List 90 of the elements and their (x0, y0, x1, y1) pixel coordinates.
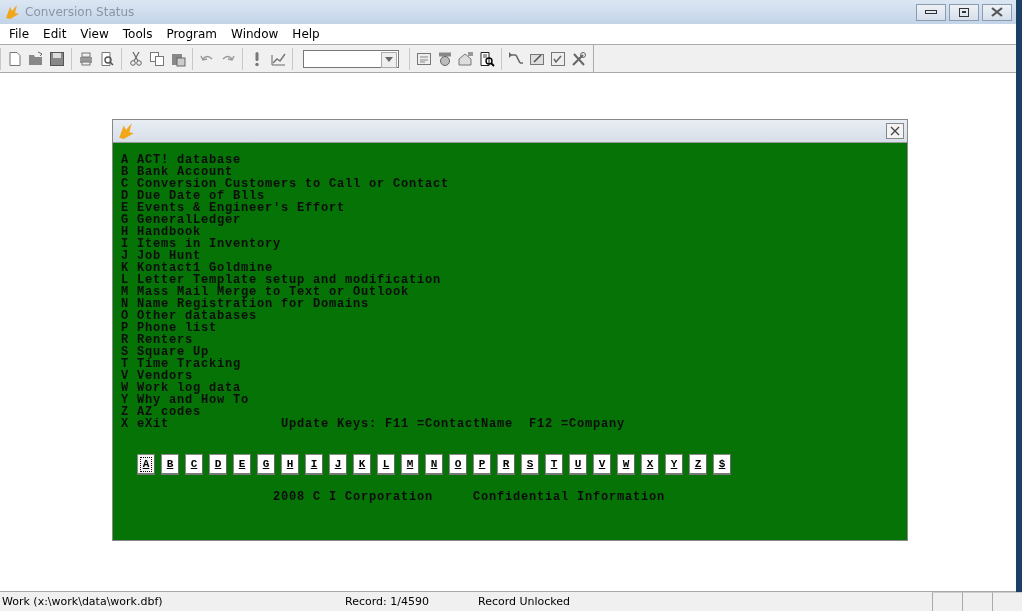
letter-button[interactable]: K (353, 454, 371, 475)
letter-button[interactable]: W (617, 454, 635, 475)
letter-button[interactable]: R (497, 454, 515, 475)
letter-button[interactable]: A (137, 454, 155, 475)
letter-button[interactable]: Y (665, 454, 683, 475)
letter-button[interactable]: L (377, 454, 395, 475)
hotkey-letter: V (121, 370, 130, 382)
letter-button[interactable]: G (257, 454, 275, 475)
hotkey-letter: T (121, 358, 130, 370)
hotkey-letter: Y (121, 394, 130, 406)
status-pane (992, 592, 1022, 611)
app-logo-icon (4, 4, 20, 20)
menu-item[interactable]: Window (224, 27, 286, 41)
hotkey-letter: M (121, 286, 130, 298)
hotkey-letter: C (121, 178, 130, 190)
menu-item[interactable]: Tools (115, 27, 160, 41)
letter-button[interactable]: U (569, 454, 587, 475)
letter-button[interactable]: P (473, 454, 491, 475)
letter-button[interactable]: H (281, 454, 299, 475)
copy-icon[interactable] (149, 50, 165, 67)
scissors-icon[interactable] (128, 50, 144, 67)
new-file-icon[interactable] (7, 50, 23, 67)
hotkey-letter: O (121, 310, 130, 322)
letter-button[interactable]: X (641, 454, 659, 475)
hotkey-letter: L (121, 274, 130, 286)
house-icon[interactable] (458, 50, 474, 67)
letter-button[interactable]: $ (713, 454, 731, 475)
hotkey-letter: P (121, 322, 130, 334)
close-button[interactable] (982, 3, 1012, 21)
printer-icon[interactable] (78, 50, 94, 67)
status-file: Work (x:\work\data\work.dbf) (1, 595, 164, 608)
hotkey-letter: I (121, 238, 130, 250)
tools-icon[interactable] (571, 50, 587, 67)
dropdown-field[interactable] (303, 49, 399, 68)
maximize-button[interactable] (949, 3, 979, 21)
copyright-text: 2008 C I Corporation Confidential Information (273, 491, 667, 503)
hotkey-letter: B (121, 166, 130, 178)
status-pane (932, 592, 962, 611)
close-button[interactable] (886, 123, 904, 139)
menu-item[interactable]: Help (285, 27, 327, 41)
hotkey-letter: J (121, 250, 130, 262)
hotkey-letter: Z (121, 406, 130, 418)
menu-item[interactable]: File (2, 27, 37, 41)
checklist-window-icon[interactable] (550, 50, 566, 67)
letter-button[interactable]: Z (689, 454, 707, 475)
minimize-button[interactable] (916, 3, 946, 21)
minimize-icon (925, 9, 937, 15)
status-pane (962, 592, 992, 611)
window-title: Conversion Status (25, 5, 136, 19)
open-folder-icon[interactable] (28, 50, 44, 67)
hotkey-letter: H (121, 226, 130, 238)
hotkey-letter: W (121, 382, 130, 394)
save-icon[interactable] (49, 50, 65, 67)
close-icon (890, 126, 900, 136)
letter-button[interactable]: M (401, 454, 419, 475)
form-icon[interactable] (416, 50, 432, 67)
letter-button[interactable]: T (545, 454, 563, 475)
status-lock: Record Unlocked (478, 595, 572, 608)
hotkey-letter: X (121, 418, 130, 430)
document-search-icon[interactable] (479, 50, 495, 67)
hotkey-letter: S (121, 346, 130, 358)
letter-button[interactable]: I (305, 454, 323, 475)
letter-button[interactable]: B (161, 454, 179, 475)
letter-button[interactable]: E (233, 454, 251, 475)
close-icon (991, 7, 1003, 17)
hotkey-letter: K (121, 262, 130, 274)
letter-button[interactable]: N (425, 454, 443, 475)
status-record: Record: 1/4590 (345, 595, 430, 608)
hotkey-letter: R (121, 334, 130, 346)
menu-item[interactable]: View (73, 27, 116, 41)
hotkey-letter: E (121, 202, 130, 214)
letter-button[interactable]: O (449, 454, 467, 475)
update-keys-text: Update Keys: F11 =ContactName F12 =Company (281, 418, 626, 430)
app-logo-icon (116, 122, 136, 140)
letter-button[interactable]: S (521, 454, 539, 475)
letter-button[interactable]: C (185, 454, 203, 475)
hotkey-letter: G (121, 214, 130, 226)
print-preview-icon[interactable] (99, 50, 115, 67)
hotkey-letter: A (121, 154, 130, 166)
dropdown-arrow-icon (385, 57, 393, 62)
arrows-icon[interactable] (508, 50, 524, 67)
letter-button[interactable]: J (329, 454, 347, 475)
globe-icon[interactable] (437, 50, 453, 67)
menu-item[interactable]: Edit (36, 27, 74, 41)
hotkey-letter: D (121, 190, 130, 202)
letter-button[interactable]: D (209, 454, 227, 475)
maximize-icon (959, 7, 969, 17)
hotkey-letter: N (121, 298, 130, 310)
letter-button[interactable]: V (593, 454, 611, 475)
menu-item[interactable]: Program (159, 27, 225, 41)
